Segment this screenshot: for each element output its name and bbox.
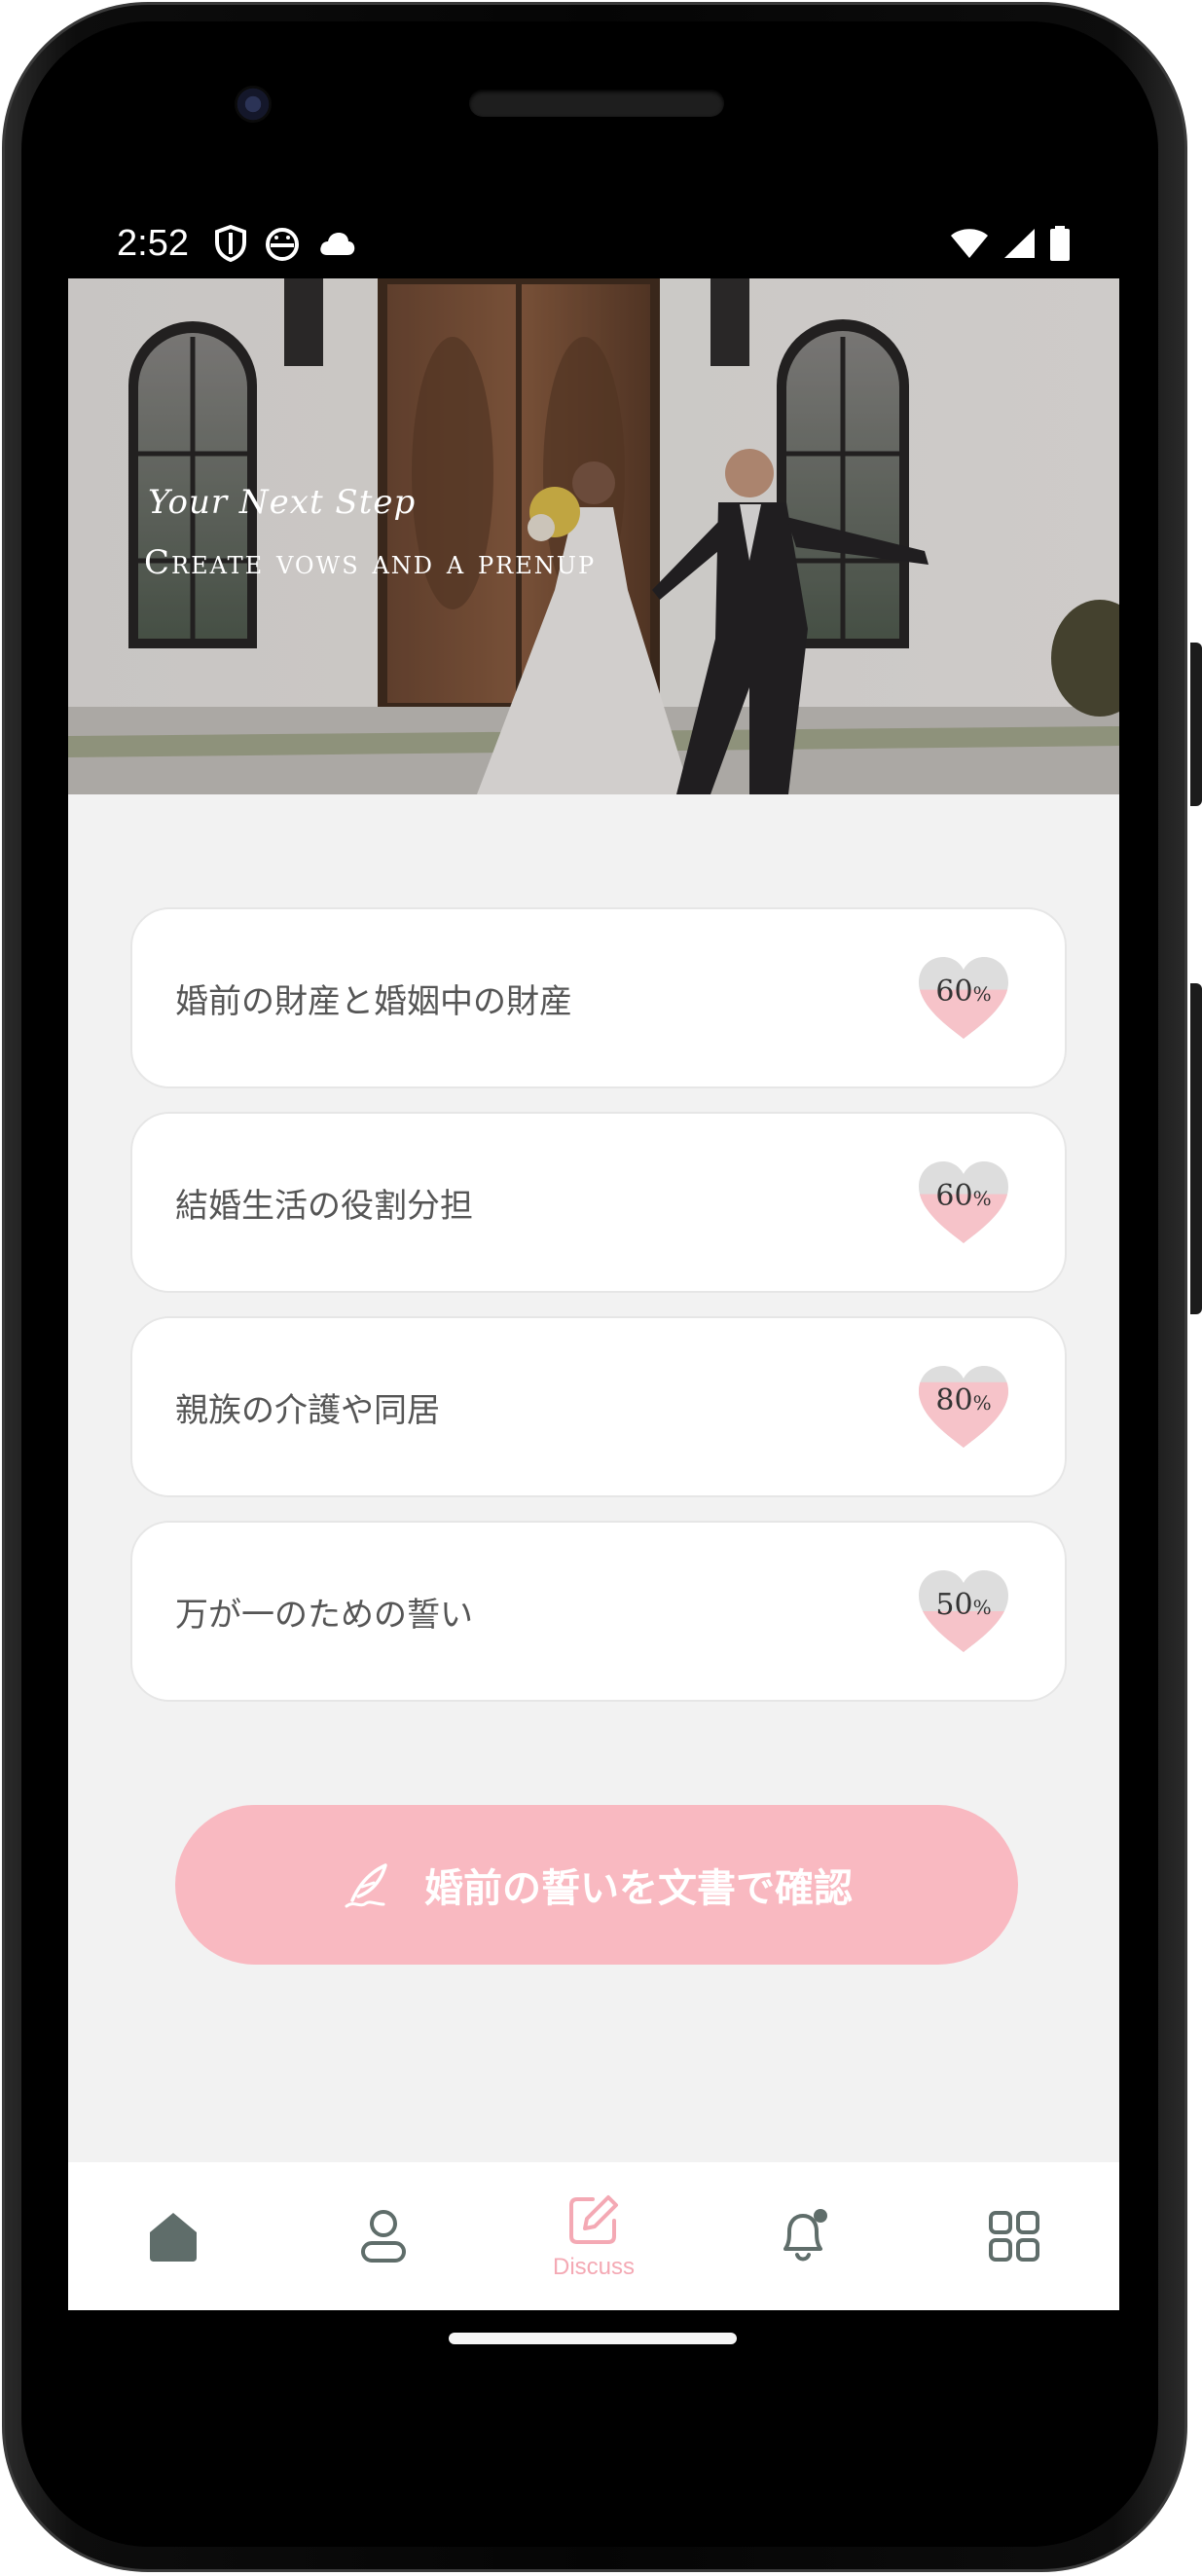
cta-label: 婚前の誓いを文書で確認 <box>424 1866 853 1911</box>
topic-label: 結婚生活の役割分担 <box>175 1186 473 1226</box>
nav-menu[interactable] <box>946 2173 1082 2300</box>
app-screen: Your Next Step Create vows and a prenup … <box>68 278 1119 2310</box>
topic-card[interactable]: 結婚生活の役割分担 60% <box>130 1112 1067 1293</box>
topic-card[interactable]: 婚前の財産と婚姻中の財産 60% <box>130 907 1067 1088</box>
nav-profile[interactable] <box>315 2173 452 2300</box>
hero-overlay <box>68 278 1119 794</box>
heart-percent: 60% <box>935 1179 992 1213</box>
home-indicator <box>449 2333 737 2344</box>
front-camera <box>235 86 272 123</box>
signal-icon <box>1004 229 1035 258</box>
topic-card[interactable]: 親族の介護や同居 80% <box>130 1316 1067 1497</box>
topic-label: 親族の介護や同居 <box>175 1390 440 1430</box>
nav-home[interactable] <box>105 2173 241 2300</box>
status-icons-right <box>950 226 1071 261</box>
wifi-icon <box>951 229 988 258</box>
heart-percent: 80% <box>935 1383 992 1417</box>
topic-list: 婚前の財産と婚姻中の財産 60% 結婚生活の役割分担 60% 親族の介護や同居 … <box>130 907 1067 1725</box>
heart-percent: 50% <box>935 1588 992 1622</box>
topic-label: 婚前の財産と婚姻中の財産 <box>175 981 572 1021</box>
grid-icon <box>989 2211 1039 2262</box>
status-icons-left <box>214 225 356 262</box>
edit-icon <box>569 2195 618 2244</box>
nav-discuss[interactable]: Discuss <box>526 2173 662 2300</box>
heart-progress: 80% <box>913 1362 1014 1452</box>
heart-progress: 60% <box>913 1158 1014 1247</box>
power-button <box>1190 643 1202 806</box>
nav-discuss-label: Discuss <box>552 2254 635 2280</box>
status-time: 2:52 <box>117 222 189 264</box>
nav-notifications[interactable] <box>736 2173 872 2300</box>
quill-pen-icon <box>345 1863 387 1908</box>
bottom-nav: Discuss <box>68 2162 1119 2310</box>
confirm-vows-document-button[interactable]: 婚前の誓いを文書で確認 <box>175 1805 1018 1965</box>
hero-title: Create vows and a prenup <box>144 543 597 582</box>
profile-icon <box>361 2210 406 2263</box>
hero-banner: Your Next Step Create vows and a prenup <box>68 278 1119 794</box>
heart-percent: 60% <box>935 975 992 1009</box>
shield-icon <box>214 225 246 262</box>
heart-progress: 50% <box>913 1566 1014 1656</box>
topic-label: 万が一のための誓い <box>175 1595 473 1635</box>
android-face-icon <box>265 228 299 261</box>
battery-icon <box>1050 226 1070 261</box>
hero-eyebrow: Your Next Step <box>148 483 417 522</box>
volume-button <box>1190 983 1202 1314</box>
status-bar: 2:52 <box>68 216 1071 271</box>
earpiece-speaker <box>469 90 724 117</box>
phone-frame: 2:52 Your Next Step Create vows and a pr… <box>0 0 1202 2576</box>
heart-progress: 60% <box>913 953 1014 1043</box>
bell-icon <box>783 2209 827 2262</box>
home-icon <box>150 2213 197 2262</box>
topic-card[interactable]: 万が一のための誓い 50% <box>130 1521 1067 1702</box>
cloud-icon <box>320 233 355 255</box>
